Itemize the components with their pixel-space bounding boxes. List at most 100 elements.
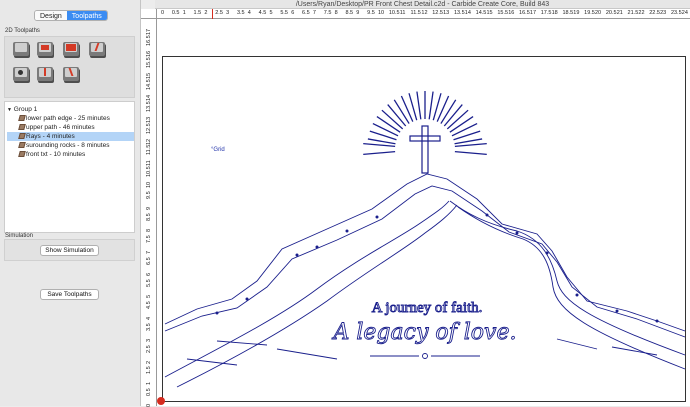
chamfer-toolpath-icon[interactable] (63, 67, 79, 81)
ruler-top-tick-label: 0 (161, 10, 165, 16)
contour-toolpath-icon[interactable] (13, 42, 29, 56)
texture-toolpath-icon[interactable] (37, 67, 53, 81)
ruler-top-tick-label: 18.5 (562, 10, 574, 16)
toolpath-icon (18, 124, 26, 130)
ruler-top-tick-label: 5.5 (280, 10, 288, 16)
drill-toolpath-icon[interactable] (13, 67, 29, 81)
ruler-top-tick-label: 4.5 (258, 10, 267, 16)
toolpath-list: ▼ Group 1 lower path edge - 25 minutes u… (4, 101, 135, 233)
ruler-left-tick-label: 13.5 (146, 100, 152, 112)
ruler-top-tick-label: 0.5 (171, 10, 180, 16)
sun-ray (454, 142, 487, 148)
toolpath-item[interactable]: upper path - 46 minutes (7, 123, 134, 132)
cross-icon (409, 125, 441, 174)
ruler-top-tick-label: 3.5 (236, 10, 245, 16)
toolpath-item[interactable]: lower path edge - 25 minutes (7, 114, 134, 123)
ruler-left-tick-label: 14.5 (146, 79, 152, 90)
ruler-top-tick-label: 13 (443, 10, 450, 16)
ruler-top-tick-label: 1.5 (193, 10, 202, 16)
ruler-left-tick-label: 15.5 (146, 57, 152, 68)
tab-toolpaths[interactable]: Toolpaths (66, 11, 107, 20)
ruler-top-tick-label: 14.5 (475, 10, 487, 16)
ruler-top-tick-label: 10.5 (388, 10, 400, 16)
toolpath-item[interactable]: front txt - 10 minutes (7, 150, 134, 159)
text-line-2: A legacy of love. (332, 320, 517, 345)
toolpath-icon (18, 142, 26, 148)
sun-ray (449, 116, 474, 133)
ruler-left: 17 16.5 16 15.5 15 14.5 14 13.5 13 12.5 12 11.5 11 10… (141, 19, 157, 407)
sun-ray (363, 150, 396, 156)
sun-rays (363, 91, 487, 156)
sun-ray (393, 99, 410, 124)
ruler-top-tick-label: 19 (573, 10, 580, 16)
ruler-left-tick-label: 2.5 (146, 344, 152, 353)
toolpath-item-selected[interactable]: Rays - 4 minutes (7, 132, 134, 141)
toolpath-label: surounding rocks - 8 minutes (26, 142, 110, 149)
hill-outline (164, 173, 686, 388)
ruler-left-tick-label: 12.5 (146, 122, 152, 134)
ruler-top-tick-label: 12.5 (432, 10, 443, 16)
save-toolpaths-button[interactable]: Save Toolpaths (40, 289, 99, 300)
left-panel: Design Toolpaths 2D Toolpaths ▼ Group 1 … (0, 0, 141, 406)
ruler-left-tick-label: 15 (146, 72, 152, 79)
ruler-top-tick-label: 10 (378, 10, 385, 16)
toolpath-label: front txt - 10 minutes (26, 151, 86, 158)
ruler-top-tick-label: 17 (529, 10, 537, 16)
toolpath-tools-panel (4, 36, 135, 98)
ruler-top-tick-label: 15 (486, 10, 493, 16)
ruler-left-tick-label: 2 (146, 360, 152, 364)
advanced-vcarve-icon[interactable] (63, 42, 79, 56)
toolpath-item[interactable]: surounding rocks - 8 minutes (7, 141, 134, 150)
ruler-left-tick-label: 3 (146, 338, 152, 342)
ruler-top-tick-label: 9.5 (367, 10, 375, 16)
ruler-top-tick-label: 5 (269, 10, 273, 16)
ruler-left-tick-label: 3.5 (146, 322, 152, 331)
ruler-left-tick-label: 12 (146, 138, 152, 145)
expand-triangle-icon[interactable]: ▼ (7, 107, 12, 113)
tab-design[interactable]: Design (35, 11, 67, 20)
ruler-top-tick-label: 8.5 (345, 10, 354, 16)
sun-ray (451, 122, 478, 137)
sun-ray (367, 138, 396, 145)
sun-ray (440, 99, 457, 124)
ruler-corner (141, 9, 157, 19)
group-label: Group 1 (13, 106, 38, 113)
ruler-top-tick-label: 23.5 (670, 10, 682, 16)
ruler-top-tick-label: 21 (616, 10, 623, 16)
ruler-left-tick-label: 5 (146, 294, 152, 298)
ruler-left-tick-label: 10 (146, 182, 152, 189)
show-simulation-button[interactable]: Show Simulation (40, 245, 99, 256)
ruler-top-tick-label: 3 (226, 10, 230, 16)
ruler-top-tick-label: 16 (508, 10, 515, 16)
ruler-left-tick-label: 14 (146, 94, 152, 101)
ruler-top-tick-label: 11 (399, 10, 406, 16)
ruler-left-tick-label: 7 (146, 250, 152, 254)
ruler-top-tick-label: 20 (595, 10, 602, 16)
cursor-position-marker (212, 9, 213, 19)
ruler-top-tick-label: 17.5 (540, 10, 552, 16)
ruler-left-tick-label: 8 (146, 229, 152, 233)
vcarve-toolpath-icon[interactable] (89, 42, 105, 56)
sun-ray (363, 142, 396, 148)
mode-tabs: Design Toolpaths (34, 10, 108, 21)
ruler-top-tick-label: 24 (681, 10, 688, 16)
ruler-top-tick-label: 2.5 (215, 10, 223, 16)
ruler-left-tick-label: 8.5 (146, 213, 152, 222)
ruler-top-tick-label: 19.5 (584, 10, 595, 16)
ruler-left-tick-label: 0.5 (146, 388, 152, 397)
ruler-top-tick-label: 21.5 (627, 10, 639, 16)
group-1-row[interactable]: ▼ Group 1 (7, 105, 37, 114)
ruler-top-tick-label: 18 (551, 10, 558, 16)
ruler-top-tick-label: 2 (204, 10, 208, 16)
pocket-toolpath-icon[interactable] (37, 42, 53, 56)
ruler-top-tick-label: 6.5 (302, 10, 310, 16)
ruler-top-tick-label: 7.5 (323, 10, 332, 16)
toolpath-label: Rays - 4 minutes (26, 133, 75, 140)
text-line-1: A journey of faith. (372, 300, 483, 316)
design-canvas[interactable]: °Grid A journey of faith. A legacy of lo… (157, 19, 690, 406)
sun-ray (454, 150, 487, 156)
toolpath-icon (18, 133, 26, 139)
ruler-left-tick-label: 4 (146, 316, 152, 320)
ruler-top-tick-label: 16.5 (519, 10, 530, 16)
ruler-top-tick-label: 15.5 (497, 10, 509, 16)
